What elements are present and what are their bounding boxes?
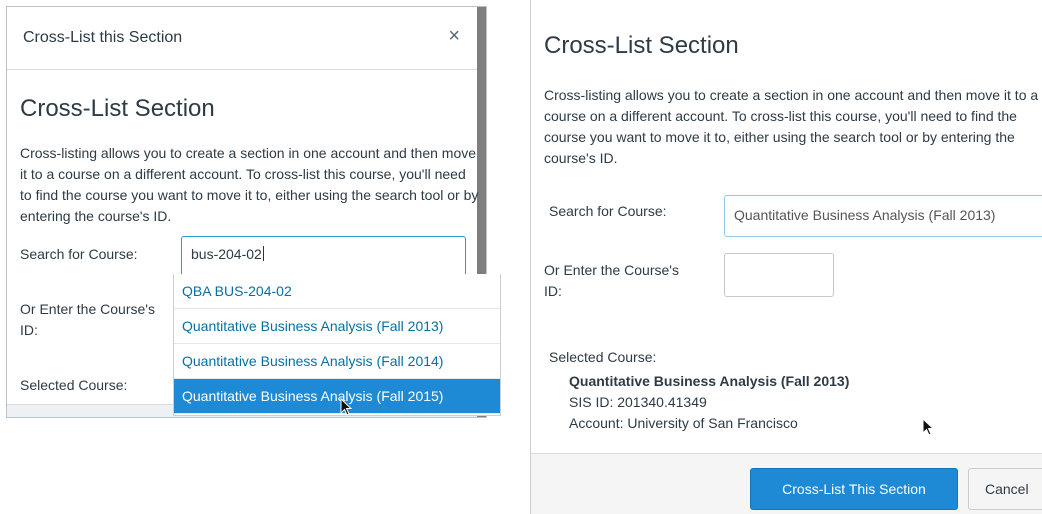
- description-text: Cross-listing allows you to create a sec…: [544, 87, 1039, 166]
- selected-course-label: Selected Course:: [549, 349, 657, 365]
- cross-list-section-button[interactable]: Cross-List This Section: [750, 468, 958, 510]
- dialog-footer: Cross-List This Section Cancel: [531, 453, 1042, 514]
- autocomplete-dropdown: QBA BUS-204-02 Quantitative Business Ana…: [173, 274, 501, 416]
- selected-course-account: Account: University of San Francisco: [569, 415, 798, 431]
- search-label: Search for Course:: [549, 203, 667, 219]
- course-id-label-line2: ID:: [544, 283, 562, 299]
- text-caret: [262, 246, 264, 261]
- mouse-pointer-icon: [922, 418, 935, 436]
- selected-course-name: Quantitative Business Analysis (Fall 201…: [569, 373, 850, 389]
- search-input-value: bus-204-02: [191, 246, 262, 262]
- course-search-input[interactable]: bus-204-02: [181, 236, 466, 276]
- selected-course-info: Quantitative Business Analysis (Fall 201…: [569, 371, 849, 434]
- dialog-titlebar: Cross-List this Section ×: [7, 7, 486, 70]
- course-id-label-line2: ID:: [20, 322, 38, 338]
- cross-list-dialog-right: Cross-List Section Cross-listing allows …: [530, 0, 1042, 514]
- description-text: Cross-listing allows you to create a sec…: [20, 145, 479, 224]
- course-id-label-line1: Or Enter the Course's: [544, 262, 679, 278]
- dialog-title: Cross-List this Section: [23, 29, 183, 46]
- dropdown-option[interactable]: Quantitative Business Analysis (Fall 201…: [174, 309, 500, 344]
- mouse-pointer-icon: [340, 398, 353, 416]
- close-icon[interactable]: ×: [448, 25, 460, 48]
- selected-course-label: Selected Course:: [20, 377, 128, 393]
- dropdown-option-highlighted[interactable]: Quantitative Business Analysis (Fall 201…: [174, 379, 500, 414]
- course-id-label-line1: Or Enter the Course's: [20, 301, 155, 317]
- cancel-button[interactable]: Cancel: [968, 468, 1042, 510]
- course-search-input[interactable]: Quantitative Business Analysis (Fall 201…: [724, 195, 1042, 237]
- section-heading: Cross-List Section: [544, 32, 739, 59]
- course-id-label: Or Enter the Course's ID:: [544, 260, 679, 302]
- section-heading: Cross-List Section: [20, 95, 215, 122]
- selected-course-sis-id: SIS ID: 201340.41349: [569, 394, 707, 410]
- search-label: Search for Course:: [20, 246, 138, 262]
- course-id-input[interactable]: [724, 253, 834, 297]
- course-id-label: Or Enter the Course's ID:: [20, 299, 155, 341]
- dropdown-option[interactable]: Quantitative Business Analysis (Fall 201…: [174, 344, 500, 379]
- dropdown-option[interactable]: QBA BUS-204-02: [174, 274, 500, 309]
